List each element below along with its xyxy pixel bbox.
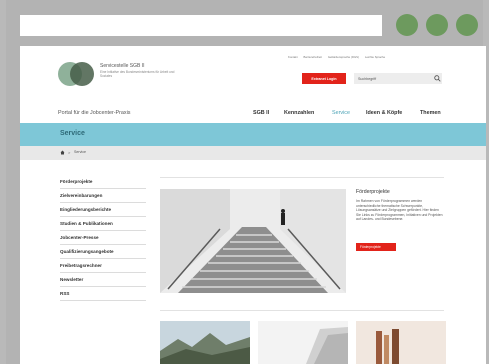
nav-ideen-koepfe[interactable]: Ideen & Köpfe bbox=[366, 110, 402, 116]
nav-service[interactable]: Service bbox=[332, 110, 350, 116]
login-button[interactable]: Extranet Login bbox=[302, 73, 346, 84]
browser-frame: Servicestelle SGB II Eine Initiative des… bbox=[6, 0, 486, 364]
feature-title: Förderprojekte bbox=[356, 189, 390, 195]
sidebar-item-rss[interactable]: RSS bbox=[60, 287, 146, 301]
logo-title[interactable]: Servicestelle SGB II bbox=[100, 63, 144, 69]
hero-image[interactable] bbox=[160, 189, 346, 293]
nav-themen[interactable]: Themen bbox=[420, 110, 441, 116]
web-page: Servicestelle SGB II Eine Initiative des… bbox=[20, 46, 486, 364]
window-dot-icon[interactable] bbox=[426, 14, 448, 36]
breadcrumb bbox=[20, 146, 486, 160]
nav-kennzahlen[interactable]: Kennzahlen bbox=[284, 110, 314, 116]
feature-more-button[interactable]: Förderprojekte bbox=[356, 243, 396, 251]
sidebar-item-freibetragsrechner[interactable]: Freibetragsrechner bbox=[60, 259, 146, 273]
window-dot-icon[interactable] bbox=[456, 14, 478, 36]
search-input[interactable]: Suchbegriff bbox=[354, 73, 442, 84]
page-title: Service bbox=[60, 130, 85, 137]
logo-subtitle: Eine Initiative des Bundesministeriums f… bbox=[100, 70, 175, 78]
section-band bbox=[20, 123, 486, 146]
divider bbox=[160, 177, 444, 178]
nav-sgb-ii[interactable]: SGB II bbox=[253, 110, 269, 116]
sidebar-item-zielvereinbarungen[interactable]: Zielvereinbarungen bbox=[60, 189, 146, 203]
sidebar-item-qualifizierung[interactable]: Qualifizierungsangebote bbox=[60, 245, 146, 259]
top-link-barrierefreiheit[interactable]: Barrierefreiheit bbox=[304, 55, 322, 59]
sidebar-item-newsletter[interactable]: Newsletter bbox=[60, 273, 146, 287]
breadcrumb-separator: > bbox=[68, 150, 71, 155]
home-icon[interactable] bbox=[60, 150, 65, 155]
logo-circle-icon[interactable] bbox=[70, 62, 94, 86]
breadcrumb-current: Service bbox=[74, 150, 86, 154]
top-links: Kontakt Barrierefreiheit Gebärdensprache… bbox=[288, 55, 385, 59]
top-link-dgs[interactable]: Gebärdensprache (DGS) bbox=[328, 55, 359, 59]
sidebar-item-eingliederungsberichte[interactable]: Eingliederungsberichte bbox=[60, 203, 146, 217]
top-link-kontakt[interactable]: Kontakt bbox=[288, 55, 298, 59]
feature-text: Im Rahmen von Förderprogrammen werden un… bbox=[356, 199, 443, 222]
top-link-leichte-sprache[interactable]: Leichte Sprache bbox=[365, 55, 385, 59]
sidebar-item-studien[interactable]: Studien & Publikationen bbox=[60, 217, 146, 231]
address-bar[interactable] bbox=[20, 15, 382, 36]
thumbnail-mountains[interactable] bbox=[160, 321, 250, 364]
search-icon[interactable] bbox=[434, 75, 441, 82]
sidebar-item-foerderprojekte[interactable]: Förderprojekte bbox=[60, 175, 146, 189]
thumbnail-papers[interactable] bbox=[258, 321, 348, 364]
sidebar-item-jobcenter-presse[interactable]: Jobcenter-Presse bbox=[60, 231, 146, 245]
portal-title: Portal für die Jobcenter-Praxis bbox=[58, 110, 131, 116]
thumbnail-books[interactable] bbox=[356, 321, 446, 364]
window-dot-icon[interactable] bbox=[396, 14, 418, 36]
divider bbox=[160, 310, 444, 311]
